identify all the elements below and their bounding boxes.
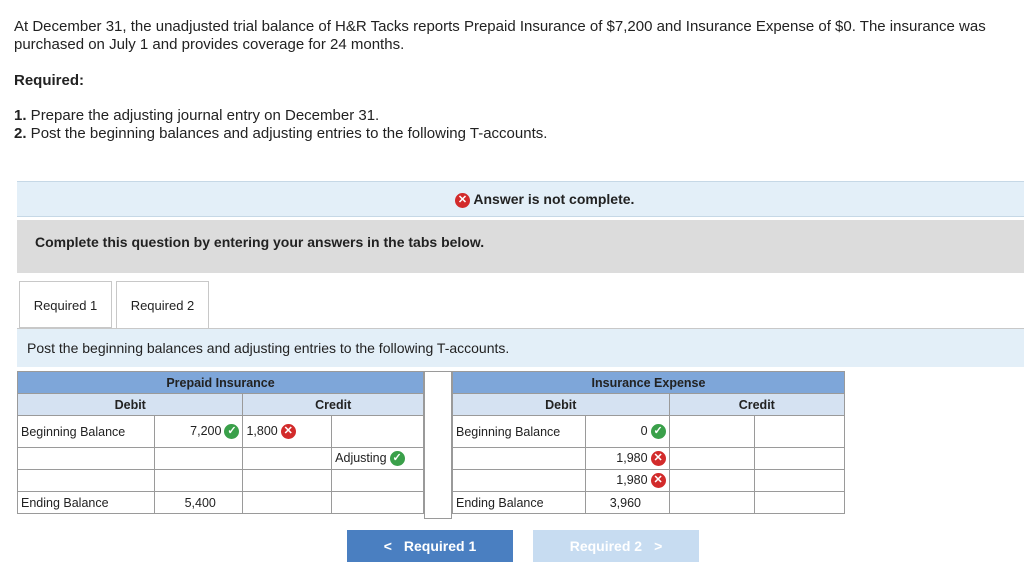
ending-credit-input[interactable] (242, 491, 333, 514)
credit-amount-value: 1,800 (246, 423, 278, 438)
credit-amount-input[interactable]: 1,800 ✕ (242, 415, 333, 448)
ending-balance-label: Ending Balance (17, 491, 155, 514)
credit-label-cell[interactable] (754, 415, 845, 448)
x-circle-icon: ✕ (650, 473, 666, 489)
credit-header: Credit (668, 393, 846, 416)
required-item-2: 2. Post the beginning balances and adjus… (14, 125, 547, 143)
tab-panel-header: Post the beginning balances and adjustin… (17, 329, 1024, 367)
credit-amount-input[interactable] (668, 447, 756, 470)
credit-label-cell[interactable] (331, 415, 424, 448)
instructions-text: Complete this question by entering your … (35, 234, 485, 250)
tab-required-2[interactable]: Required 2 (116, 281, 209, 329)
credit-label-cell[interactable] (754, 447, 845, 470)
debit-amount-value: 1,980 (616, 472, 648, 487)
beginning-debit-value: 7,200 (190, 423, 222, 438)
credit-label-cell[interactable] (331, 469, 424, 492)
debit-label-cell[interactable] (452, 447, 586, 470)
credit-amount-input[interactable] (668, 469, 756, 492)
beginning-debit-input[interactable]: 0 ✓ (584, 415, 670, 448)
credit-amount-input[interactable] (242, 469, 333, 492)
question-intro: At December 31, the unadjusted trial bal… (14, 18, 986, 53)
ending-credit-input[interactable] (668, 491, 756, 514)
debit-label-cell[interactable] (17, 447, 155, 470)
beginning-debit-value: 0 (640, 423, 648, 438)
x-circle-icon: ✕ (650, 451, 666, 467)
debit-label-cell[interactable] (17, 469, 155, 492)
t-account-insurance-expense: Insurance Expense Debit Credit Beginning… (452, 371, 846, 514)
required-heading: Required: (14, 72, 85, 89)
credit-label-cell[interactable] (754, 469, 845, 492)
chevron-right-icon: > (654, 538, 663, 554)
ending-debit-input[interactable]: 5,400 (153, 491, 244, 514)
tab-required-1[interactable]: Required 1 (19, 281, 112, 328)
ending-credit-label[interactable] (754, 491, 845, 514)
debit-amount-input[interactable]: 1,980 ✕ (584, 469, 670, 492)
ending-balance-label: Ending Balance (452, 491, 586, 514)
next-tab-button[interactable]: Required 2 > (533, 530, 699, 562)
instructions-box: Complete this question by entering your … (17, 220, 1024, 273)
check-circle-icon: ✓ (389, 451, 405, 467)
item-number: 2. (14, 125, 27, 142)
ending-debit-value: 5,400 (184, 495, 216, 510)
status-message-wrap: ✕ Answer is not complete. (452, 191, 634, 208)
credit-amount-input[interactable] (242, 447, 333, 470)
next-button-label: Required 2 (569, 538, 643, 554)
beginning-balance-label: Beginning Balance (17, 415, 155, 448)
credit-label-select[interactable]: Adjusting ✓ (331, 447, 424, 470)
item-text: Prepare the adjusting journal entry on D… (26, 107, 380, 124)
debit-header: Debit (452, 393, 670, 416)
check-circle-icon: ✓ (224, 424, 240, 440)
x-circle-icon: ✕ (280, 424, 296, 440)
check-circle-icon: ✓ (650, 424, 666, 440)
debit-amount-input[interactable] (153, 469, 244, 492)
item-text: Post the beginning balances and adjustin… (26, 125, 548, 142)
account-title: Prepaid Insurance (17, 371, 424, 394)
x-circle-icon: ✕ (455, 192, 470, 208)
adjusting-label: Adjusting (335, 450, 387, 465)
debit-label-cell[interactable] (452, 469, 586, 492)
debit-amount-value: 1,980 (616, 450, 648, 465)
status-banner: ✕ Answer is not complete. (17, 181, 1024, 217)
debit-header: Debit (16, 393, 244, 416)
chevron-left-icon: < (383, 538, 392, 554)
t-account-separator (424, 371, 452, 519)
prev-button-label: Required 1 (403, 538, 477, 554)
ending-debit-value: 3,960 (609, 495, 641, 510)
required-item-1: 1. Prepare the adjusting journal entry o… (14, 107, 379, 125)
account-title: Insurance Expense (452, 371, 845, 394)
ending-debit-input[interactable]: 3,960 (584, 491, 670, 514)
ending-credit-label[interactable] (331, 491, 424, 514)
item-number: 1. (14, 107, 27, 124)
beginning-debit-input[interactable]: 7,200 ✓ (153, 415, 244, 448)
prev-tab-button[interactable]: < Required 1 (347, 530, 513, 562)
credit-amount-input[interactable] (668, 415, 756, 448)
credit-header: Credit (242, 393, 424, 416)
beginning-balance-label: Beginning Balance (452, 415, 586, 448)
debit-amount-input[interactable]: 1,980 ✕ (584, 447, 670, 470)
panel-text: Post the beginning balances and adjustin… (27, 340, 510, 356)
status-message: Answer is not complete. (473, 191, 635, 207)
t-account-prepaid-insurance: Prepaid Insurance Debit Credit Beginning… (16, 371, 424, 514)
debit-amount-input[interactable] (153, 447, 244, 470)
